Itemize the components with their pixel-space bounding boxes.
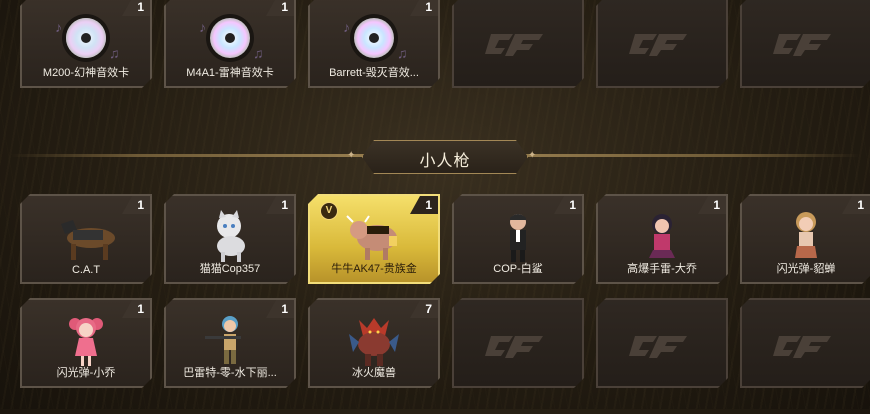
item-name: C.A.T <box>71 264 101 276</box>
pink-girl-figure-icon <box>51 312 121 368</box>
cf-logo-icon <box>627 26 697 60</box>
section-title: 小人枪 <box>419 153 471 170</box>
item-count: 1 <box>266 196 294 214</box>
soldier-figure-icon <box>195 312 265 368</box>
item-count: 1 <box>698 196 726 214</box>
item-card[interactable]: ♪ ♫ 1 M4A1-雷神音效卡 <box>164 0 296 88</box>
item-name: 闪光弹-貂蝉 <box>776 263 836 275</box>
item-name: Barrett-毁灭音效... <box>329 67 419 79</box>
item-card[interactable]: 7 冰火魔兽 <box>308 298 440 388</box>
beast-figure-icon <box>339 312 409 368</box>
item-card[interactable]: 1 巴雷特-零-水下丽... <box>164 298 296 388</box>
svg-text:♪: ♪ <box>55 19 62 35</box>
empty-slot[interactable] <box>740 298 870 388</box>
sparkle-icon: ✦ <box>528 150 537 161</box>
item-name: M4A1-雷神音效卡 <box>186 67 274 79</box>
item-name: 闪光弹-小乔 <box>56 367 116 379</box>
item-count: 1 <box>266 0 294 16</box>
empty-slot[interactable] <box>452 298 584 388</box>
cat-figure-icon <box>51 208 121 264</box>
section-header: 小人枪 ✦ ✦ <box>0 138 870 174</box>
item-name: 巴雷特-零-水下丽... <box>183 367 277 379</box>
agent-figure-icon <box>483 208 553 264</box>
svg-text:♪: ♪ <box>199 19 206 35</box>
item-count: 7 <box>410 300 438 318</box>
empty-slot[interactable] <box>596 0 728 88</box>
svg-text:♫: ♫ <box>397 45 408 61</box>
empty-slot[interactable] <box>740 0 870 88</box>
item-row-3: 1 闪光弹-小乔 1 巴雷特-零-水下丽... 7 冰火魔兽 <box>0 298 870 414</box>
item-name: 牛牛AK47-贵族金 <box>331 263 417 275</box>
bull-figure-icon <box>339 208 409 264</box>
music-disc-icon: ♪ ♫ <box>195 10 265 66</box>
item-count: 1 <box>266 300 294 318</box>
cf-logo-icon <box>771 328 841 362</box>
item-row-2: 1 C.A.T 1 猫猫Cop357 V 1 牛牛AK47-贵族金 1 COP-… <box>0 194 870 310</box>
music-disc-icon: ♪ ♫ <box>51 10 121 66</box>
item-name: M200-幻神音效卡 <box>42 67 130 79</box>
item-name: 高爆手雷-大乔 <box>627 263 697 275</box>
girl-figure-icon <box>771 208 841 264</box>
item-name: 冰火魔兽 <box>352 367 396 379</box>
cf-logo-icon <box>771 26 841 60</box>
item-count: 1 <box>122 300 150 318</box>
item-count: 1 <box>410 0 438 16</box>
item-name: 猫猫Cop357 <box>199 263 261 275</box>
section-title-plate: 小人枪 <box>362 140 528 174</box>
item-card[interactable]: ♪ ♫ 1 M200-幻神音效卡 <box>20 0 152 88</box>
item-card[interactable]: 1 高爆手雷-大乔 <box>596 194 728 284</box>
svg-text:♫: ♫ <box>109 45 120 61</box>
item-count: 1 <box>554 196 582 214</box>
item-count: 1 <box>842 196 870 214</box>
svg-text:♫: ♫ <box>253 45 264 61</box>
item-count: 1 <box>410 196 438 214</box>
cat-cop-figure-icon <box>195 208 265 264</box>
girl-figure-icon <box>627 208 697 264</box>
item-card[interactable]: 1 闪光弹-貂蝉 <box>740 194 870 284</box>
item-card[interactable]: 1 闪光弹-小乔 <box>20 298 152 388</box>
item-card[interactable]: 1 C.A.T <box>20 194 152 284</box>
music-disc-icon: ♪ ♫ <box>339 10 409 66</box>
svg-text:♪: ♪ <box>343 19 350 35</box>
item-card[interactable]: 1 猫猫Cop357 <box>164 194 296 284</box>
item-name: COP-白鲨 <box>493 263 543 275</box>
sparkle-icon: ✦ <box>347 150 356 161</box>
item-card-selected[interactable]: V 1 牛牛AK47-贵族金 <box>308 194 440 284</box>
item-card[interactable]: ♪ ♫ 1 Barrett-毁灭音效... <box>308 0 440 88</box>
cf-logo-icon <box>627 328 697 362</box>
item-count: 1 <box>122 196 150 214</box>
vip-badge: V <box>320 202 338 220</box>
item-count: 1 <box>122 0 150 16</box>
item-card[interactable]: 1 COP-白鲨 <box>452 194 584 284</box>
cf-logo-icon <box>483 26 553 60</box>
empty-slot[interactable] <box>452 0 584 88</box>
item-row-1: ♪ ♫ 1 M200-幻神音效卡 ♪ ♫ 1 M4A1-雷神音效卡 ♪ ♫ 1 … <box>0 0 870 116</box>
cf-logo-icon <box>483 328 553 362</box>
empty-slot[interactable] <box>596 298 728 388</box>
